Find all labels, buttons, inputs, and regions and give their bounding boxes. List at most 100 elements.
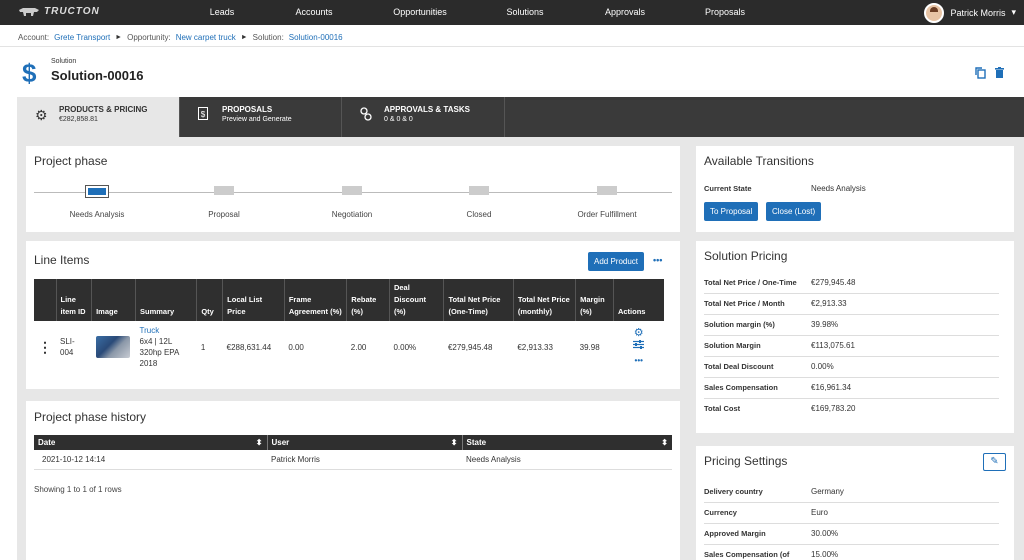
copy-icon[interactable]	[975, 67, 986, 82]
close-lost-button[interactable]: Close (Lost)	[766, 202, 822, 221]
table-header-row: Date ⬍ User ⬍ State ⬍	[34, 435, 672, 450]
pricing-row: Solution margin (%) 39.98%	[704, 315, 999, 336]
nav-approvals[interactable]: Approvals	[605, 0, 645, 25]
tab-proposals[interactable]: $ PROPOSALS Preview and Generate	[180, 97, 342, 137]
settings-label: Currency	[704, 508, 737, 517]
current-state-value: Needs Analysis	[811, 184, 866, 193]
to-proposal-button[interactable]: To Proposal	[704, 202, 759, 221]
history-user: Patrick Morris	[267, 450, 462, 470]
brand-logo[interactable]: TRUCTON	[18, 6, 100, 17]
breadcrumb-opportunity-link[interactable]: New carpet truck	[176, 33, 236, 42]
settings-value: 30.00%	[811, 529, 839, 538]
nav-leads[interactable]: Leads	[210, 0, 235, 25]
phase-step-label: Needs Analysis	[69, 210, 125, 219]
tab-approvals-tasks[interactable]: APPROVALS & TASKS 0 & 0 & 0	[342, 97, 505, 137]
pricing-label: Sales Compensation	[704, 383, 778, 392]
breadcrumb-solution-link[interactable]: Solution-00016	[289, 33, 343, 42]
phase-step-proposal[interactable]: Proposal	[208, 186, 240, 219]
document-dollar-icon: $	[198, 107, 208, 123]
breadcrumb-separator-icon: ►	[115, 33, 123, 41]
phase-step-needs-analysis[interactable]: Needs Analysis	[70, 185, 124, 219]
breadcrumb-account-label: Account:	[18, 32, 50, 42]
sort-icon: ⬍	[450, 438, 458, 447]
card-title: Pricing Settings	[704, 454, 788, 468]
net-price-monthly-cell: €2,913.33	[517, 342, 553, 352]
product-link[interactable]: Truck	[140, 325, 193, 336]
breadcrumb-solution-label: Solution:	[252, 32, 284, 42]
nav-opportunities[interactable]: Opportunities	[393, 0, 447, 25]
history-state: Needs Analysis	[462, 450, 672, 470]
column-header: Total Net Price (monthly)	[513, 279, 577, 321]
nav-proposals[interactable]: Proposals	[705, 0, 745, 25]
user-name: Patrick Morris	[950, 7, 1006, 18]
line-items-card: Line Items Add Product ••• Line item ID …	[26, 241, 680, 389]
phase-marker	[214, 186, 234, 195]
nav-accounts[interactable]: Accounts	[295, 0, 332, 25]
settings-label: Delivery country	[704, 487, 763, 496]
breadcrumb-account-link[interactable]: Grete Transport	[54, 33, 110, 42]
pagination-info: Showing 1 to 1 of 1 rows	[34, 485, 122, 494]
breadcrumb-opportunity-label: Opportunity:	[127, 32, 171, 42]
phase-step-order-fulfillment[interactable]: Order Fulfillment	[577, 186, 637, 219]
column-label: State	[466, 438, 487, 447]
solution-pricing-card: Solution Pricing Total Net Price / One-T…	[696, 241, 1014, 433]
truck-thumbnail[interactable]	[95, 336, 130, 358]
phase-step-negotiation[interactable]: Negotiation	[332, 186, 372, 219]
tab-title: PRODUCTS & PRICING	[59, 105, 148, 114]
svg-text:$: $	[201, 110, 206, 119]
rebate-cell: 2.00	[350, 342, 367, 352]
header-actions	[975, 67, 1004, 82]
pricing-value: €16,961.34	[811, 383, 852, 392]
pricing-value: 0.00%	[811, 362, 834, 371]
settings-row: Currency Euro	[704, 503, 999, 524]
tab-products-pricing[interactable]: ⚙ PRODUCTS & PRICING €282,858.81	[17, 97, 180, 137]
add-product-button[interactable]: Add Product	[588, 252, 645, 271]
row-more-icon[interactable]: •••	[617, 354, 660, 368]
column-header: Local List Price	[222, 279, 285, 321]
bull-logo-icon	[19, 8, 39, 16]
user-menu[interactable]: Patrick Morris ▾	[924, 2, 1016, 23]
project-phase-history-card: Project phase history Date ⬍ User ⬍ State ⬍…	[26, 401, 680, 560]
breadcrumb-divider	[0, 46, 1024, 47]
pricing-label: Solution Margin	[704, 341, 761, 350]
pricing-label: Solution margin (%)	[704, 320, 775, 329]
column-header: Line item ID	[56, 279, 93, 321]
settings-value: 15.00%	[811, 550, 839, 559]
pricing-label: Total Deal Discount	[704, 362, 774, 371]
sort-icon: ⬍	[255, 438, 263, 447]
configure-gear-icon[interactable]: ⚙	[617, 326, 660, 340]
nav-solutions[interactable]: Solutions	[506, 0, 543, 25]
delivery-country-link[interactable]: Germany	[811, 486, 844, 498]
product-image-cell	[92, 321, 136, 373]
sortable-column-user[interactable]: User ⬍	[267, 435, 463, 450]
more-options-icon[interactable]: •••	[653, 255, 662, 265]
list-price-cell: €288,631.44	[226, 342, 272, 352]
phase-step-closed[interactable]: Closed	[467, 186, 491, 219]
table-row: 2021-10-12 14:14 Patrick Morris Needs An…	[34, 450, 672, 470]
current-state-label: Current State	[704, 184, 752, 193]
pricing-label: Total Net Price / Month	[704, 299, 785, 308]
tab-subtitle: €282,858.81	[59, 116, 98, 123]
column-header: Frame Agreement (%)	[284, 279, 348, 321]
column-header: Deal Discount (%)	[389, 279, 445, 321]
project-phase-card: Project phase Needs Analysis Proposal Ne…	[26, 146, 680, 232]
tab-title: APPROVALS & TASKS	[384, 105, 470, 114]
settings-row: Delivery country Germany	[704, 482, 999, 503]
product-summary: 6x4 | 12L 320hp EPA 2018	[139, 337, 179, 368]
drag-handle-icon[interactable]: ⋮	[34, 321, 56, 373]
sortable-column-state[interactable]: State ⬍	[462, 435, 672, 450]
edit-pencil-icon[interactable]: ✎	[983, 453, 1006, 471]
tab-subtitle: Preview and Generate	[222, 116, 292, 123]
table-row: ⋮ SLI-004 Truck 6x4 | 12L 320hp EPA 2018…	[34, 321, 664, 373]
adjust-sliders-icon[interactable]	[617, 340, 660, 354]
page-subtitle: Solution	[51, 58, 77, 65]
margin-cell: 39.98	[579, 342, 600, 352]
column-label: User	[271, 438, 290, 447]
pricing-value: €279,945.48	[811, 278, 856, 287]
column-header: Rebate (%)	[346, 279, 390, 321]
sortable-column-date[interactable]: Date ⬍	[34, 435, 268, 450]
column-label: Date	[38, 438, 56, 447]
phase-marker-current	[85, 185, 109, 198]
delete-icon[interactable]	[995, 67, 1004, 82]
currency-link[interactable]: Euro	[811, 507, 828, 519]
